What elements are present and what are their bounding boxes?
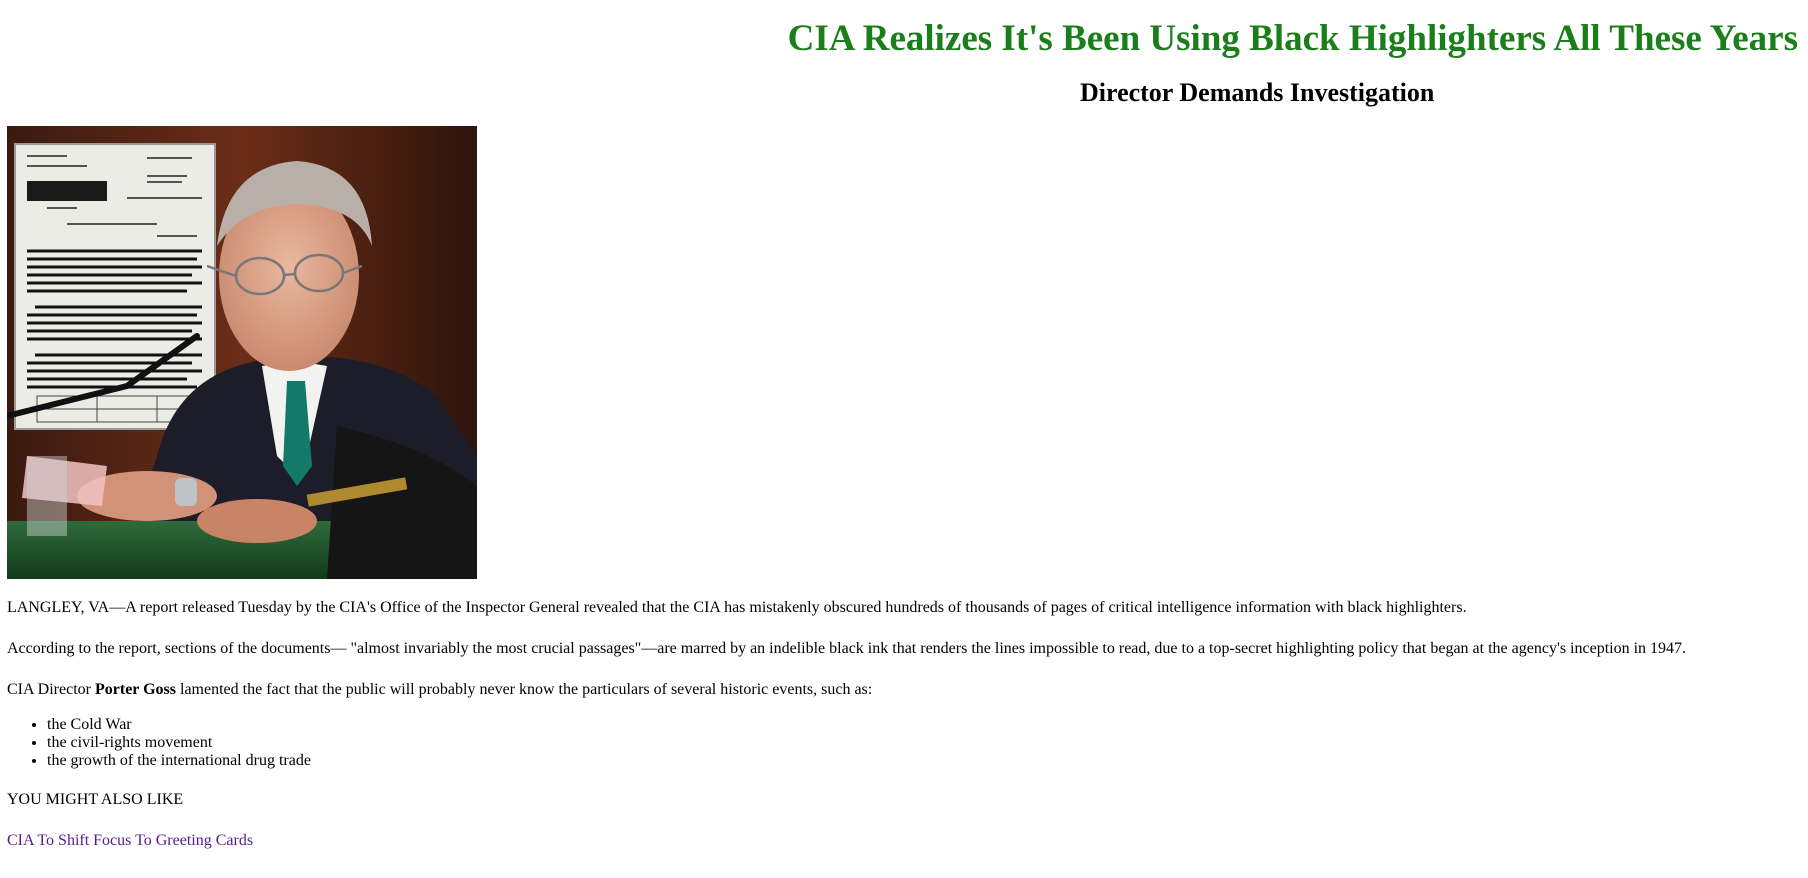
cia-director-hearing-photo (7, 126, 477, 579)
related-article-link[interactable]: CIA To Shift Focus To Greeting Cards (7, 832, 253, 849)
list-item: the growth of the international drug tra… (47, 752, 1787, 770)
article-body: LANGLEY, VA—A report released Tuesday by… (7, 598, 1787, 851)
article-paragraph-2: According to the report, sections of the… (7, 640, 1687, 657)
paragraph-3-prefix: CIA Director (7, 681, 95, 698)
paragraph-3-suffix: lamented the fact that the public will p… (176, 681, 873, 698)
director-name: Porter Goss (94, 681, 176, 698)
list-item: the Cold War (47, 716, 1787, 734)
historic-events-list: the Cold War the civil-rights movement t… (7, 716, 1787, 770)
article-page: CIA Realizes It's Been Using Black Highl… (0, 0, 1808, 878)
article-paragraph-3: CIA Director Porter Goss lamented the fa… (7, 680, 1787, 700)
article-paragraph-1: LANGLEY, VA—A report released Tuesday by… (7, 599, 1467, 616)
related-heading: YOU MIGHT ALSO LIKE (7, 791, 184, 808)
list-item: the civil-rights movement (47, 734, 1787, 752)
subheadline: Director Demands Investigation (1080, 78, 1435, 107)
headline: CIA Realizes It's Been Using Black Highl… (787, 18, 1798, 59)
